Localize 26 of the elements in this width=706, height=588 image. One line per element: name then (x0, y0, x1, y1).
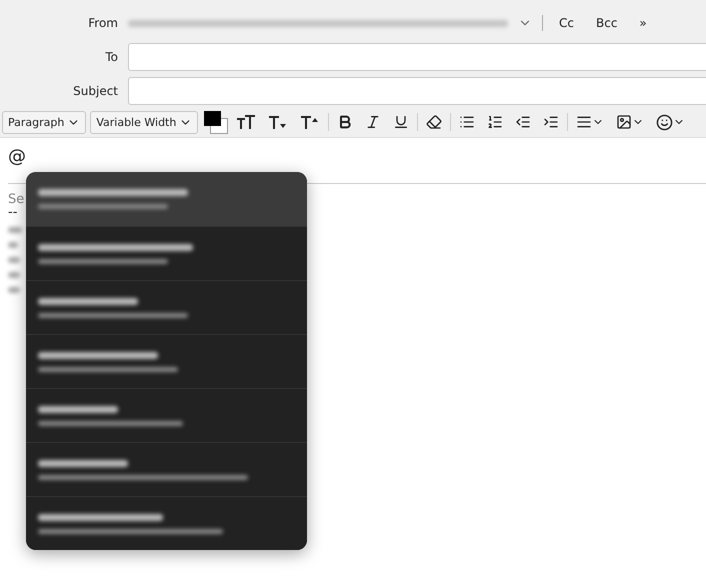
subject-field[interactable] (128, 77, 706, 105)
contact-suggestion[interactable] (26, 226, 307, 280)
font-dropdown[interactable]: Variable Width (90, 110, 198, 134)
text-color-picker[interactable] (202, 110, 228, 134)
more-button[interactable]: » (633, 14, 653, 32)
typed-text: @ (8, 146, 27, 167)
subject-label: Subject (72, 84, 118, 98)
signature-separator: -- (8, 207, 18, 219)
bcc-button[interactable]: Bcc (590, 14, 624, 32)
contact-suggestion[interactable] (26, 442, 307, 496)
blurred-signature-line (8, 272, 20, 278)
to-label: To (104, 50, 118, 64)
contact-suggestion[interactable] (26, 334, 307, 388)
paragraph-dropdown[interactable]: Paragraph (2, 110, 86, 134)
signature-text: Se (8, 192, 26, 207)
contact-suggestion[interactable] (26, 280, 307, 334)
to-field[interactable] (128, 43, 706, 71)
from-label: From (87, 16, 118, 30)
blurred-signature-line (8, 287, 20, 293)
blurred-signature-line (8, 227, 22, 233)
blurred-signature-line (8, 242, 18, 248)
cc-button[interactable]: Cc (553, 14, 580, 32)
contact-suggestion[interactable] (26, 388, 307, 442)
blurred-signature-line (8, 257, 20, 263)
contact-suggestion[interactable] (26, 172, 307, 226)
contact-suggestion[interactable] (26, 496, 307, 550)
